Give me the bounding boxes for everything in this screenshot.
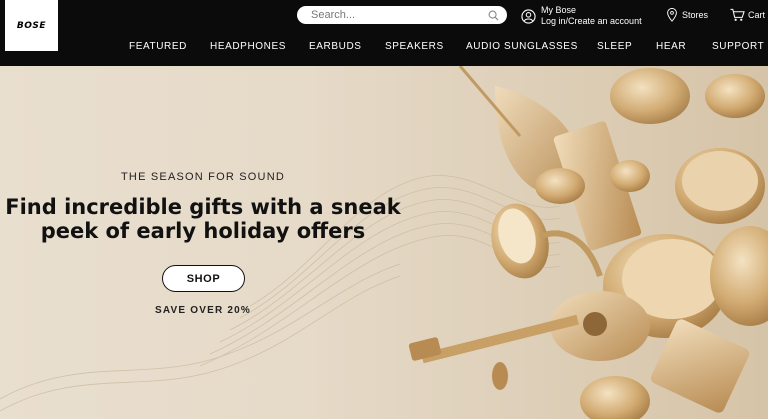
golden-instruments-illustration	[408, 66, 768, 419]
hero-headline-line-1: Find incredible gifts with a sneak	[5, 195, 401, 219]
search-input[interactable]	[311, 9, 488, 21]
account-title: My Bose	[541, 5, 577, 15]
user-icon	[521, 8, 536, 24]
search-icon[interactable]	[488, 10, 499, 21]
hero-headline: Find incredible gifts with a sneak peek …	[0, 195, 406, 243]
cart-icon	[730, 8, 745, 21]
location-pin-icon	[667, 8, 677, 22]
cart-link[interactable]: Cart	[730, 8, 765, 22]
nav-item-hear[interactable]: HEAR	[656, 41, 686, 52]
hero-eyebrow: THE SEASON FOR SOUND	[121, 171, 285, 183]
hero-savings-note: SAVE OVER 20%	[154, 305, 251, 316]
hero-headline-line-2: peek of early holiday offers	[40, 219, 366, 243]
stores-link[interactable]: Stores	[666, 8, 708, 22]
logo-text: BOSE	[16, 20, 47, 31]
hero-banner: THE SEASON FOR SOUND Find incredible gif…	[0, 66, 768, 419]
nav-item-featured[interactable]: FEATURED	[129, 41, 187, 52]
nav-item-sleep[interactable]: SLEEP	[597, 41, 632, 52]
nav-item-earbuds[interactable]: EARBUDS	[309, 41, 362, 52]
main-nav: FEATURED HEADPHONES EARBUDS SPEAKERS AUD…	[0, 41, 768, 53]
nav-item-audio-sunglasses[interactable]: AUDIO SUNGLASSES	[466, 41, 578, 52]
nav-item-speakers[interactable]: SPEAKERS	[385, 41, 444, 52]
cart-label: Cart	[748, 10, 766, 20]
nav-item-support[interactable]: SUPPORT	[712, 41, 764, 52]
site-header: BOSE My Bose Log in/Create an account St…	[0, 0, 768, 66]
account-link[interactable]: My Bose Log in/Create an account	[521, 5, 642, 27]
stores-label: Stores	[682, 10, 709, 20]
account-subtitle: Log in/Create an account	[541, 16, 642, 26]
search-bar[interactable]	[297, 6, 507, 24]
shop-button[interactable]: SHOP	[162, 265, 245, 292]
nav-item-headphones[interactable]: HEADPHONES	[210, 41, 286, 52]
